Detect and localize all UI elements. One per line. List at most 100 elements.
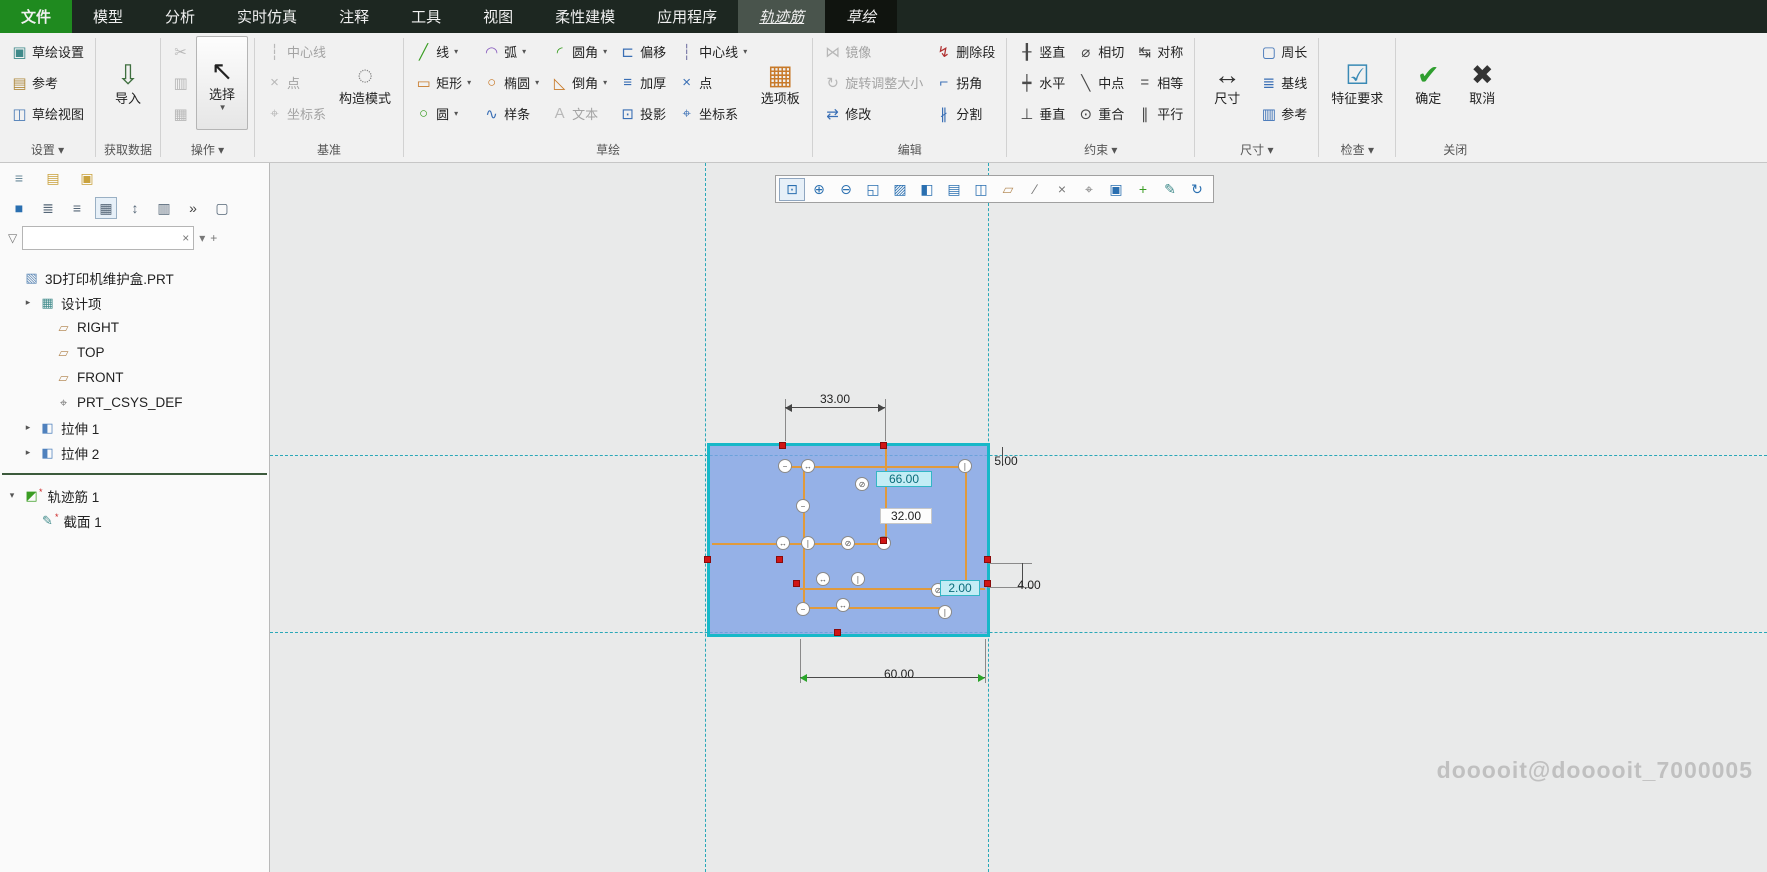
view-button-sketch-orientation[interactable]: ↻ <box>1184 178 1210 201</box>
tree-item-extrude-2[interactable]: ▸ ◧ 拉伸 2 <box>0 440 269 465</box>
button-offset[interactable]: ⊏ 偏移 <box>614 36 671 67</box>
search-dropdown-icon[interactable]: ▾ <box>199 231 205 245</box>
view-button-zoom-out[interactable]: ⊖ <box>833 178 859 201</box>
constraint-badge[interactable]: − <box>778 459 792 473</box>
constraint-badge[interactable]: ∣ <box>958 459 972 473</box>
button-spline[interactable]: ∿ 样条 <box>478 98 544 129</box>
constraint-badge[interactable]: ∣ <box>938 605 952 619</box>
vertex-marker[interactable] <box>793 580 800 587</box>
search-input[interactable] <box>27 230 183 246</box>
button-modify[interactable]: ⇄ 修改 <box>819 98 928 129</box>
constraint-badge[interactable]: − <box>796 499 810 513</box>
group-label-operations[interactable]: 操作 ▾ <box>161 140 254 162</box>
button-palette[interactable]: ▦ 选项板 <box>754 36 806 130</box>
button-thicken[interactable]: ≡ 加厚 <box>614 67 671 98</box>
button-baseline[interactable]: ≣ 基线 <box>1255 67 1312 98</box>
dimension-dim-right-4[interactable]: 4.00 <box>1008 578 1050 592</box>
button-parallel[interactable]: ∥ 平行 <box>1131 98 1188 129</box>
tree-item-plane-front[interactable]: ▱ FRONT <box>0 365 269 390</box>
constraint-badge[interactable]: − <box>796 602 810 616</box>
tree-item-csys-def[interactable]: ⌖ PRT_CSYS_DEF <box>0 390 269 415</box>
tool-button-list-detail[interactable]: ≡ <box>66 197 88 219</box>
button-rectangle[interactable]: ▭ 矩形 ▾ <box>410 67 476 98</box>
clear-search-icon[interactable]: × <box>182 231 189 245</box>
view-button-sketch-display[interactable]: ✎ <box>1157 178 1183 201</box>
vertex-marker[interactable] <box>880 537 887 544</box>
dimension-dim-2[interactable]: 2.00 <box>940 580 980 596</box>
tool-button-tree-filters[interactable]: ▣ <box>76 167 98 189</box>
dimension-dim-top-width[interactable]: 33.00 <box>808 392 862 406</box>
tool-button-page[interactable]: ▢ <box>211 197 233 219</box>
button-arc[interactable]: ◠ 弧 ▾ <box>478 36 544 67</box>
button-circle[interactable]: ○ 圆 ▾ <box>410 98 476 129</box>
button-point[interactable]: × 点 <box>673 67 752 98</box>
sketch-line[interactable] <box>712 543 885 545</box>
add-filter-icon[interactable]: + <box>210 231 217 245</box>
group-label-inspect[interactable]: 检查 ▾ <box>1319 140 1395 162</box>
tab-tools[interactable]: 工具 <box>390 0 462 33</box>
button-horizontal[interactable]: ┿ 水平 <box>1013 67 1070 98</box>
tool-button-tree-options[interactable]: ≡ <box>8 167 30 189</box>
button-sketch-view[interactable]: ◫ 草绘视图 <box>6 98 89 129</box>
tool-button-layer-tree[interactable]: ▤ <box>42 167 64 189</box>
expand-arrow-icon[interactable]: ▸ <box>22 447 34 458</box>
sketch-canvas[interactable]: ⊡⊕⊖◱▨◧▤◫▱∕×⌖▣+✎↻ −↔∣⊘−↔∣⊘−↔∣⊘−↔∣⊘ dooooi… <box>270 163 1767 872</box>
tab-model[interactable]: 模型 <box>72 0 144 33</box>
button-line[interactable]: ╱ 线 ▾ <box>410 36 476 67</box>
button-ok[interactable]: ✔ 确定 <box>1402 36 1454 130</box>
button-divide[interactable]: ∦ 分割 <box>930 98 1000 129</box>
tab-analysis[interactable]: 分析 <box>144 0 216 33</box>
tree-item-plane-top[interactable]: ▱ TOP <box>0 340 269 365</box>
view-button-datum-axis-display[interactable]: ∕ <box>1022 178 1048 201</box>
button-cancel[interactable]: ✖ 取消 <box>1456 36 1508 130</box>
view-button-view-manager[interactable]: ◫ <box>968 178 994 201</box>
view-button-display-style[interactable]: ◧ <box>914 178 940 201</box>
constraint-badge[interactable]: ⊘ <box>855 477 869 491</box>
button-ellipse[interactable]: ○ 椭圆 ▾ <box>478 67 544 98</box>
button-tangent[interactable]: ⌀ 相切 <box>1072 36 1129 67</box>
vertex-marker[interactable] <box>779 442 786 449</box>
button-dimension[interactable]: ↔ 尺寸 <box>1201 36 1253 130</box>
button-centerline[interactable]: ┆ 中心线 ▾ <box>673 36 752 67</box>
button-fillet[interactable]: ◜ 圆角 ▾ <box>546 36 612 67</box>
dimension-dim-right-top[interactable]: 5.00 <box>986 454 1026 468</box>
tab-view[interactable]: 视图 <box>462 0 534 33</box>
tab-flex-modeling[interactable]: 柔性建模 <box>534 0 636 33</box>
dimension-dim-height-32[interactable]: 32.00 <box>880 508 932 524</box>
view-button-zoom-window[interactable]: ⊡ <box>779 177 805 201</box>
sketch-line[interactable] <box>885 447 887 543</box>
dimension-dim-width-66[interactable]: 66.00 <box>876 471 932 487</box>
expand-arrow-icon[interactable]: ▸ <box>22 422 34 433</box>
tree-item-trajectory-rib-1[interactable]: ▾ ◩ * 轨迹筋 1 <box>0 483 269 508</box>
view-button-csys-display[interactable]: ⌖ <box>1076 178 1102 201</box>
button-coincident[interactable]: ⊙ 重合 <box>1072 98 1129 129</box>
button-corner[interactable]: ⌐ 拐角 <box>930 67 1000 98</box>
button-references[interactable]: ▤ 参考 <box>6 67 89 98</box>
tab-trajectory-rib[interactable]: 轨迹筋 <box>738 0 826 33</box>
sketch-line[interactable] <box>800 607 945 609</box>
group-label-setup[interactable]: 设置 ▾ <box>0 140 95 162</box>
group-label-dimension[interactable]: 尺寸 ▾ <box>1195 140 1318 162</box>
button-chamfer[interactable]: ◺ 倒角 ▾ <box>546 67 612 98</box>
constraint-badge[interactable]: ↔ <box>801 459 815 473</box>
button-import[interactable]: ⇩ 导入 <box>102 36 154 130</box>
button-reference-dim[interactable]: ▥ 参考 <box>1255 98 1312 129</box>
view-button-annotation-display[interactable]: ▣ <box>1103 178 1129 201</box>
tool-button-group-columns[interactable]: ▥ <box>153 197 175 219</box>
view-button-zoom-in[interactable]: ⊕ <box>806 178 832 201</box>
view-button-datum-point-display[interactable]: × <box>1049 178 1075 201</box>
vertex-marker[interactable] <box>984 556 991 563</box>
tool-button-expand-toolbar[interactable]: » <box>182 197 204 219</box>
tab-applications[interactable]: 应用程序 <box>636 0 738 33</box>
button-sketch-setup[interactable]: ▣ 草绘设置 <box>6 36 89 67</box>
filter-icon[interactable]: ▽ <box>8 231 17 245</box>
button-construction-mode[interactable]: ◌ 构造模式 <box>333 36 397 130</box>
button-vertical[interactable]: ╂ 竖直 <box>1013 36 1070 67</box>
view-button-spin-center[interactable]: + <box>1130 178 1156 201</box>
constraint-badge[interactable]: ∣ <box>801 536 815 550</box>
constraint-badge[interactable]: ↔ <box>816 572 830 586</box>
button-perimeter[interactable]: ▢ 周长 <box>1255 36 1312 67</box>
tree-item-section-1[interactable]: ✎ * 截面 1 <box>0 508 269 533</box>
constraint-badge[interactable]: ↔ <box>836 598 850 612</box>
expand-arrow-icon[interactable]: ▸ <box>22 297 34 308</box>
